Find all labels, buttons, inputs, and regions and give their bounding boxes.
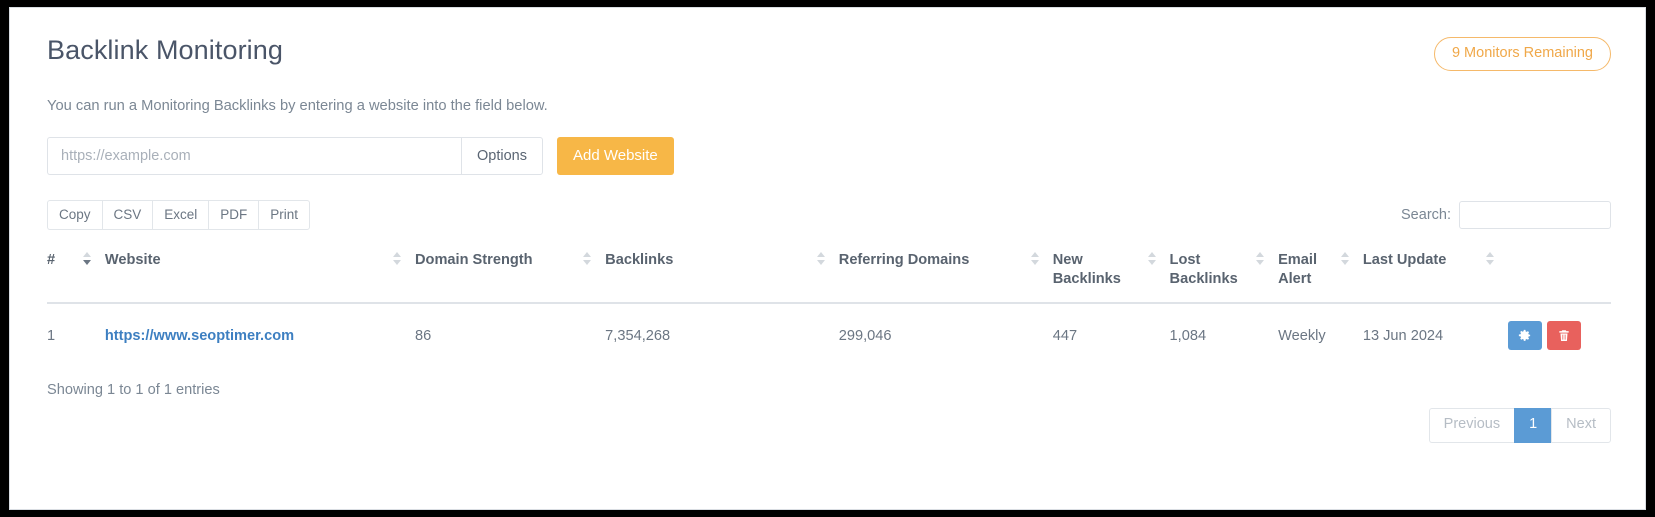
cell-num: 1 [47, 303, 105, 368]
export-copy-button[interactable]: Copy [47, 200, 102, 231]
backlink-monitoring-table: # Website Domain Strength [47, 244, 1611, 368]
cell-backlinks: 7,354,268 [605, 303, 839, 368]
page-subtitle: You can run a Monitoring Backlinks by en… [47, 98, 1619, 114]
cell-actions [1508, 303, 1611, 368]
delete-button[interactable] [1547, 321, 1581, 350]
column-header-last-update[interactable]: Last Update [1363, 244, 1508, 303]
cell-domain-strength: 86 [415, 303, 605, 368]
column-header-lost-backlinks[interactable]: Lost Backlinks [1170, 244, 1279, 303]
pagination-previous-button[interactable]: Previous [1429, 408, 1514, 443]
column-label-num: # [47, 251, 55, 270]
sort-icon-email-alert[interactable] [1341, 252, 1351, 265]
column-label-new-backlinks: New Backlinks [1053, 251, 1142, 288]
gear-icon [1517, 328, 1532, 343]
sort-icon-backlinks[interactable] [817, 252, 827, 265]
search-label: Search: [1401, 207, 1451, 223]
column-header-num[interactable]: # [47, 244, 105, 303]
sort-icon-num[interactable] [83, 252, 93, 265]
export-pdf-button[interactable]: PDF [208, 200, 258, 231]
column-label-website: Website [105, 251, 161, 270]
table-header-row: # Website Domain Strength [47, 244, 1611, 303]
column-label-lost-backlinks: Lost Backlinks [1170, 251, 1251, 288]
sort-icon-website[interactable] [393, 252, 403, 265]
export-buttons-group: Copy CSV Excel PDF Print [47, 200, 310, 231]
monitors-remaining-badge: 9 Monitors Remaining [1434, 37, 1611, 71]
pagination-next-button[interactable]: Next [1551, 408, 1611, 443]
table-row: 1 https://www.seoptimer.com 86 7,354,268… [47, 303, 1611, 368]
table-search: Search: [1401, 201, 1611, 229]
cell-new-backlinks: 447 [1053, 303, 1170, 368]
page-header: Backlink Monitoring 9 Monitors Remaining [36, 32, 1619, 71]
settings-button[interactable] [1508, 321, 1542, 350]
website-link[interactable]: https://www.seoptimer.com [105, 328, 294, 344]
export-print-button[interactable]: Print [258, 200, 310, 231]
cell-last-update: 13 Jun 2024 [1363, 303, 1508, 368]
website-url-input[interactable] [47, 137, 461, 175]
column-label-domain-strength: Domain Strength [415, 251, 533, 270]
pagination: Previous 1 Next [1429, 408, 1611, 443]
options-button[interactable]: Options [461, 137, 543, 175]
cell-lost-backlinks: 1,084 [1170, 303, 1279, 368]
column-header-email-alert[interactable]: Email Alert [1278, 244, 1363, 303]
page-title: Backlink Monitoring [36, 32, 283, 66]
export-csv-button[interactable]: CSV [102, 200, 153, 231]
sort-icon-domain-strength[interactable] [583, 252, 593, 265]
cell-website: https://www.seoptimer.com [105, 303, 415, 368]
entries-info: Showing 1 to 1 of 1 entries [47, 382, 220, 398]
column-label-backlinks: Backlinks [605, 251, 673, 270]
column-header-domain-strength[interactable]: Domain Strength [415, 244, 605, 303]
page-card: Backlink Monitoring 9 Monitors Remaining… [9, 7, 1646, 510]
sort-icon-last-update[interactable] [1486, 252, 1496, 265]
column-header-referring-domains[interactable]: Referring Domains [839, 244, 1053, 303]
column-label-email-alert: Email Alert [1278, 251, 1335, 288]
column-header-backlinks[interactable]: Backlinks [605, 244, 839, 303]
sort-icon-new-backlinks[interactable] [1148, 252, 1158, 265]
column-label-referring-domains: Referring Domains [839, 251, 970, 270]
table-tools: Copy CSV Excel PDF Print Search: [47, 200, 1619, 231]
add-website-form: Options Add Website [47, 137, 1619, 175]
cell-email-alert: Weekly [1278, 303, 1363, 368]
pagination-page-1-button[interactable]: 1 [1514, 408, 1551, 443]
trash-icon [1557, 328, 1571, 343]
table-footer: Showing 1 to 1 of 1 entries Previous 1 N… [47, 382, 1619, 443]
export-excel-button[interactable]: Excel [152, 200, 208, 231]
search-input[interactable] [1459, 201, 1611, 229]
sort-icon-lost-backlinks[interactable] [1256, 252, 1266, 265]
column-header-actions [1508, 244, 1611, 303]
add-website-button[interactable]: Add Website [557, 137, 674, 175]
column-header-website[interactable]: Website [105, 244, 415, 303]
sort-icon-referring-domains[interactable] [1031, 252, 1041, 265]
column-header-new-backlinks[interactable]: New Backlinks [1053, 244, 1170, 303]
cell-referring-domains: 299,046 [839, 303, 1053, 368]
column-label-last-update: Last Update [1363, 251, 1447, 270]
